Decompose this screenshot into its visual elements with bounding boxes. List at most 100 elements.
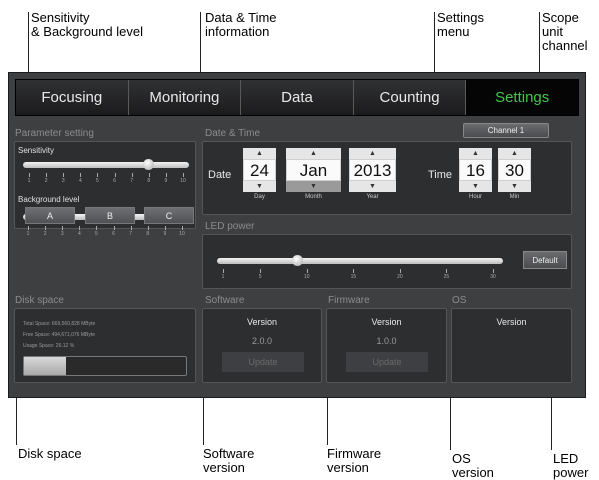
scale-tick: [183, 173, 184, 177]
date-label: Date: [208, 169, 232, 181]
disk-free: Free Space: 494,671,076 MByte: [23, 332, 95, 338]
scale-tick-label: 1: [221, 274, 225, 280]
firmware-update-button[interactable]: Update: [346, 352, 428, 372]
section-parameter-setting: Parameter setting: [15, 128, 94, 139]
tab-monitoring[interactable]: Monitoring: [128, 80, 242, 115]
disk-total: Total Space: 669,560,828 MByte: [23, 321, 96, 327]
hour-value[interactable]: 16: [459, 159, 492, 181]
led-default-button[interactable]: Default: [523, 251, 567, 269]
software-version-value: 2.0.0: [251, 336, 273, 346]
year-value[interactable]: 2013: [349, 159, 396, 181]
scale-tick: [446, 269, 448, 273]
scale-tick-label: 7: [129, 231, 133, 237]
callout-disk: Disk space: [18, 446, 82, 461]
month-up-arrow[interactable]: ▲: [286, 148, 341, 159]
os-panel: Version: [451, 308, 572, 383]
section-os: OS: [452, 295, 467, 306]
scale-tick: [165, 173, 167, 177]
firmware-version-title: Version: [371, 317, 402, 327]
tab-counting[interactable]: Counting: [353, 80, 467, 115]
scale-tick: [131, 173, 133, 177]
year-spinner: ▲ 2013 ▼ Year: [349, 148, 396, 200]
tab-focusing[interactable]: Focusing: [16, 80, 129, 115]
scale-tick-label: 25: [443, 274, 450, 280]
section-firmware: Firmware: [328, 295, 370, 306]
scale-tick: [130, 226, 132, 230]
scale-tick-label: 5: [95, 231, 98, 237]
channel-button[interactable]: Channel 1: [463, 123, 549, 138]
preset-b-button[interactable]: B: [85, 207, 135, 224]
scale-tick: [182, 226, 183, 230]
section-disk-space: Disk space: [15, 295, 64, 306]
hour-down-arrow[interactable]: ▼: [459, 181, 492, 192]
disk-space-panel: Total Space: 669,560,828 MByte Free Spac…: [14, 308, 196, 383]
year-down-arrow[interactable]: ▼: [349, 181, 396, 192]
month-value[interactable]: Jan: [286, 159, 341, 181]
tab-settings[interactable]: Settings: [466, 80, 578, 115]
scale-tick-label: 5: [96, 178, 99, 184]
scale-tick-label: 20: [397, 274, 403, 280]
scale-tick: [96, 226, 98, 230]
led-power-panel: 1 5 10 15 20 25 30 Default: [202, 234, 572, 289]
os-version-title: Version: [496, 317, 527, 327]
scale-tick-label: 3: [60, 231, 64, 237]
month-spinner: ▲ Jan ▼ Month: [286, 148, 341, 200]
device-screen: Focusing Monitoring Data Counting Settin…: [8, 72, 586, 398]
scale-tick-label: 15: [350, 274, 357, 280]
scale-tick: [45, 226, 47, 230]
min-down-arrow[interactable]: ▼: [498, 181, 531, 192]
month-down-arrow[interactable]: ▼: [286, 181, 341, 192]
tab-bar: Focusing Monitoring Data Counting Settin…: [15, 79, 579, 116]
scale-tick: [29, 173, 30, 177]
callout-sensitivity: Sensitivity & Background level: [31, 10, 144, 39]
firmware-version-value: 1.0.0: [376, 336, 397, 346]
scale-tick-label: 10: [180, 178, 186, 184]
scale-tick: [147, 226, 149, 230]
min-label: Min: [509, 194, 520, 200]
sensitivity-knob[interactable]: [143, 159, 155, 170]
min-value[interactable]: 30: [498, 159, 531, 181]
scale-tick-label: 3: [61, 178, 65, 184]
sensitivity-slider[interactable]: [23, 162, 189, 168]
scale-tick: [97, 173, 99, 177]
callout-firmware: Firmware version: [327, 446, 382, 475]
preset-c-button[interactable]: C: [144, 207, 194, 224]
leader-line: [539, 12, 540, 74]
scale-tick-label: 7: [130, 178, 134, 184]
led-power-knob[interactable]: [291, 255, 303, 266]
firmware-panel: Version 1.0.0 Update: [326, 308, 447, 383]
background-level-label: Background level: [18, 195, 80, 204]
leader-line: [28, 12, 29, 72]
month-label: Month: [305, 194, 322, 200]
scale-tick: [113, 226, 115, 230]
callout-datetime: Data & Time information: [205, 10, 277, 39]
min-up-arrow[interactable]: ▲: [498, 148, 531, 159]
day-up-arrow[interactable]: ▲: [243, 148, 276, 159]
hour-up-arrow[interactable]: ▲: [459, 148, 492, 159]
software-version-title: Version: [246, 317, 278, 327]
software-update-button[interactable]: Update: [222, 352, 304, 372]
scale-tick-label: 5: [258, 274, 262, 280]
day-label: Day: [254, 194, 265, 200]
scale-tick: [28, 226, 29, 230]
preset-a-button[interactable]: A: [25, 207, 75, 224]
day-value[interactable]: 24: [243, 159, 276, 181]
scale-tick-label: 9: [164, 178, 168, 184]
tab-data[interactable]: Data: [241, 80, 354, 115]
scale-tick: [79, 226, 81, 230]
day-down-arrow[interactable]: ▼: [243, 181, 276, 192]
scale-tick-label: 10: [304, 274, 310, 280]
scale-tick: [63, 173, 65, 177]
section-led-power: LED power: [205, 221, 255, 232]
year-up-arrow[interactable]: ▲: [349, 148, 396, 159]
scale-tick-label: 1: [27, 178, 31, 184]
callout-software: Software version: [203, 446, 255, 475]
scale-tick-label: 6: [113, 178, 116, 184]
scale-tick: [223, 269, 224, 273]
date-time-panel: Date ▲ 24 ▼ Day ▲ Jan ▼ Month ▲ 2013 ▼ Y…: [202, 141, 572, 215]
callout-settings-menu: Settings menu: [437, 10, 484, 39]
led-power-slider[interactable]: [217, 258, 503, 264]
scale-tick-label: 9: [163, 231, 167, 237]
year-label: Year: [366, 194, 379, 200]
disk-usage-fill: [24, 357, 67, 375]
